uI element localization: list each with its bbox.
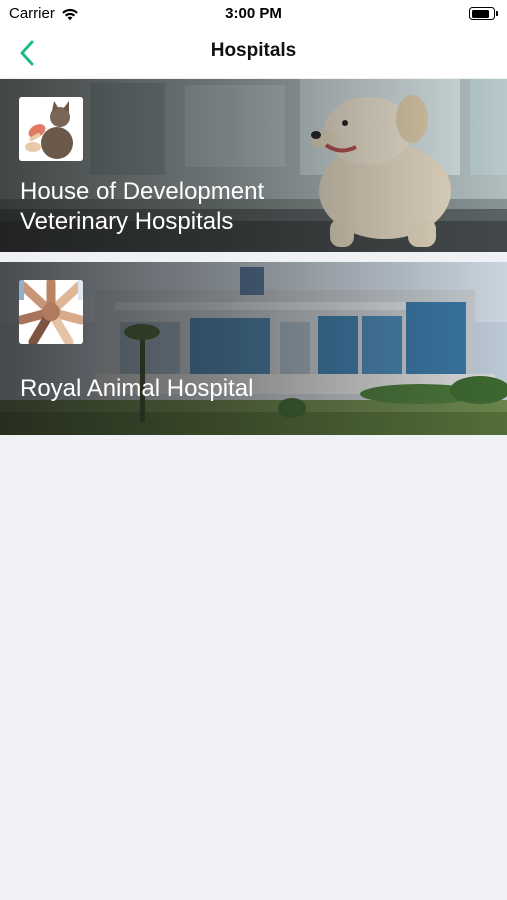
hands-icon	[19, 280, 83, 344]
navigation-bar: Hospitals	[0, 28, 507, 78]
cat-icon	[19, 97, 83, 161]
hospital-name-line-1: Royal Animal Hospital	[20, 375, 254, 402]
hospital-thumbnail	[19, 280, 83, 344]
hospital-name-line-1: House of Development	[20, 178, 265, 205]
battery-icon	[469, 7, 498, 20]
hospital-name: House of Development Veterinary Hospital…	[20, 177, 487, 237]
page-title: Hospitals	[210, 40, 297, 61]
hospital-thumbnail	[19, 97, 83, 161]
hospital-card-house-of-development[interactable]: House of Development Veterinary Hospital…	[0, 79, 507, 252]
hospital-name-line-2: Veterinary Hospitals	[20, 208, 234, 235]
hospital-card-royal-animal[interactable]: Royal Animal Hospital	[0, 262, 507, 435]
status-bar: Carrier 3:00 PM	[0, 0, 507, 28]
hospital-name: Royal Animal Hospital	[20, 374, 487, 404]
status-time: 3:00 PM	[225, 5, 282, 22]
